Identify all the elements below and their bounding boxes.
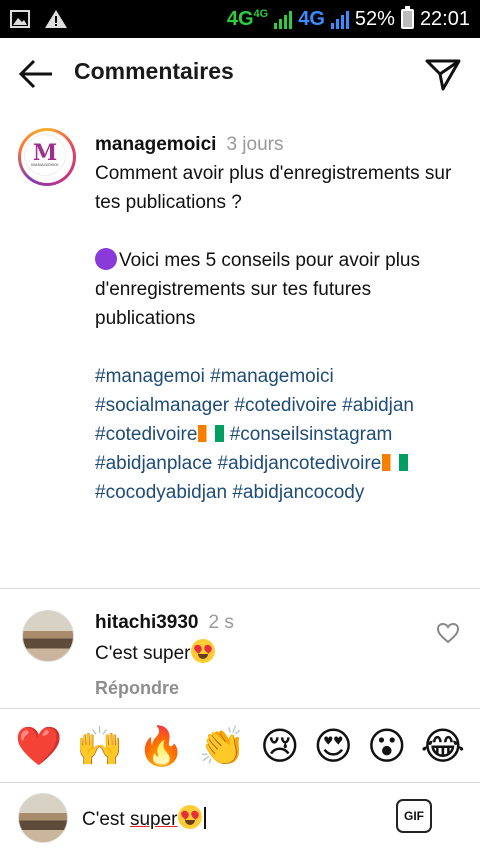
comment-input[interactable]: C'est super	[82, 805, 206, 831]
tears-of-joy-emoji-button[interactable]: 😂	[421, 727, 465, 765]
heart-eyes-emoji-icon	[177, 805, 202, 829]
caption-time: 3 jours	[226, 134, 284, 155]
reply-button[interactable]: Répondre	[95, 674, 234, 703]
gif-button[interactable]: GIF	[396, 799, 432, 833]
heart-eyes-emoji-icon	[190, 639, 215, 663]
paper-plane-icon[interactable]	[424, 56, 462, 92]
divider	[0, 588, 480, 589]
hashtag-link[interactable]: #cocodyabidjan	[95, 482, 227, 503]
hashtag-link[interactable]: #abidjan	[342, 395, 414, 416]
battery-icon	[400, 6, 414, 29]
purple-circle-icon	[95, 248, 117, 270]
avatar[interactable]	[22, 610, 74, 662]
hashtag-link[interactable]: #abidjancocody	[232, 482, 364, 503]
hashtag-link[interactable]: #cotedivoire	[95, 424, 197, 445]
caption-text-2: Voici mes 5 conseils pour avoir plus d'e…	[95, 250, 420, 329]
signal-icon-2	[330, 9, 349, 29]
ivory-coast-flag-icon	[382, 454, 409, 471]
crying-face-emoji-button[interactable]: 😢	[260, 727, 300, 765]
text-caret	[203, 807, 206, 829]
image-icon	[10, 10, 30, 28]
caption-username[interactable]: managemoici	[95, 134, 216, 155]
warning-icon	[45, 10, 67, 28]
arrow-left-icon[interactable]	[18, 58, 54, 90]
quick-reactions-bar: ❤️ 🙌 🔥 👏 😢 😍 😮 😂	[0, 710, 480, 782]
page-title: Commentaires	[74, 58, 234, 84]
network-type: 4G4G	[226, 7, 269, 30]
clock: 22:01	[419, 7, 470, 30]
network-type-2: 4G	[298, 7, 325, 30]
avatar[interactable]: M MANAGEMOI	[18, 128, 76, 186]
battery-percent: 52%	[354, 7, 395, 30]
signal-icon	[274, 9, 293, 29]
heart-outline-icon[interactable]	[436, 622, 460, 644]
hashtag-link[interactable]: #abidjanplace	[95, 453, 212, 474]
surprised-face-emoji-button[interactable]: 😮	[367, 727, 407, 765]
hashtag-link[interactable]: #managemoici	[210, 366, 334, 387]
caption-text-1: Comment avoir plus d'enregistrements sur…	[95, 163, 452, 213]
red-heart-emoji-button[interactable]: ❤️	[15, 727, 62, 765]
hashtag-link[interactable]: #socialmanager	[95, 395, 229, 416]
fire-emoji-button[interactable]: 🔥	[137, 727, 184, 765]
comment-composer: C'est super GIF	[0, 783, 480, 854]
status-bar: 4G4G 4G 52% 22:01	[0, 0, 480, 38]
raised-hands-emoji-button[interactable]: 🙌	[76, 727, 123, 765]
avatar	[18, 793, 68, 843]
heart-eyes-emoji-button[interactable]: 😍	[314, 727, 354, 765]
hashtag-link[interactable]: #abidjancotedivoire	[218, 453, 382, 474]
comment-username[interactable]: hitachi3930	[95, 612, 199, 633]
app-header: Commentaires	[0, 38, 480, 110]
comment-text: C'est super	[95, 643, 191, 664]
ivory-coast-flag-icon	[198, 425, 225, 442]
hashtag-link[interactable]: #conseilsinstagram	[230, 424, 393, 445]
hashtag-link[interactable]: #managemoi	[95, 366, 205, 387]
brand-logo: M MANAGEMOI	[24, 134, 66, 176]
divider	[0, 708, 480, 709]
comment-time: 2 s	[208, 612, 234, 633]
comment-item: hitachi3930 2 s C'est super Répondre	[0, 598, 480, 708]
clapping-hands-emoji-button[interactable]: 👏	[199, 727, 246, 765]
hashtag-link[interactable]: #cotedivoire	[234, 395, 336, 416]
